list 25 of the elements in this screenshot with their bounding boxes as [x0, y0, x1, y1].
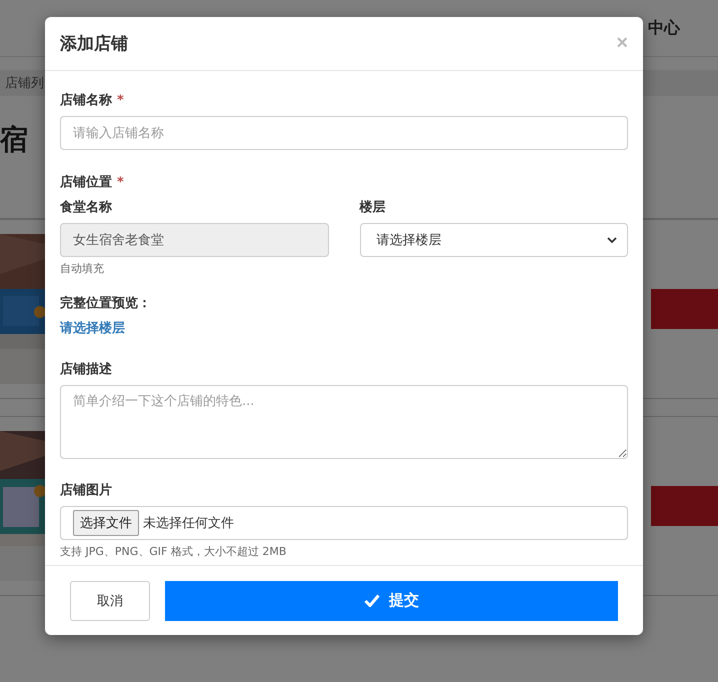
nav-link[interactable]: 中心	[648, 18, 680, 38]
field-label: 楼层	[360, 199, 386, 216]
file-input[interactable]: 选择文件 未选择任何文件	[60, 506, 628, 540]
help-text: 自动填充	[60, 261, 105, 276]
floor-select[interactable]: 请选择楼层	[360, 223, 628, 257]
dialog-title: 添加店铺	[60, 33, 128, 55]
field-label: 食堂名称	[60, 199, 113, 216]
file-status: 未选择任何文件	[143, 515, 234, 532]
page-heading: 宿	[0, 122, 28, 158]
field-label: 店铺图片	[60, 482, 113, 499]
field-label: 店铺描述	[60, 360, 113, 378]
cancel-button[interactable]: 取消	[70, 580, 150, 620]
help-text: 支持 JPG、PNG、GIF 格式，大小不超过 2MB	[60, 544, 288, 559]
field-label: 完整位置预览：	[60, 294, 152, 312]
location-preview: 请选择楼层	[60, 320, 126, 337]
action-button[interactable]	[651, 289, 718, 329]
field-label: 店铺名称 *	[60, 92, 125, 109]
chevron-down-icon	[607, 236, 617, 244]
choose-file-button[interactable]: 选择文件	[73, 510, 139, 536]
check-icon	[364, 594, 380, 607]
textarea-field[interactable]: 简单介绍一下这个店铺的特色...	[60, 385, 628, 459]
field-label: 店铺位置 *	[60, 174, 125, 191]
action-button[interactable]	[651, 486, 718, 526]
submit-button[interactable]: 提交	[165, 580, 618, 620]
input-field[interactable]: 请输入店铺名称	[60, 116, 628, 150]
